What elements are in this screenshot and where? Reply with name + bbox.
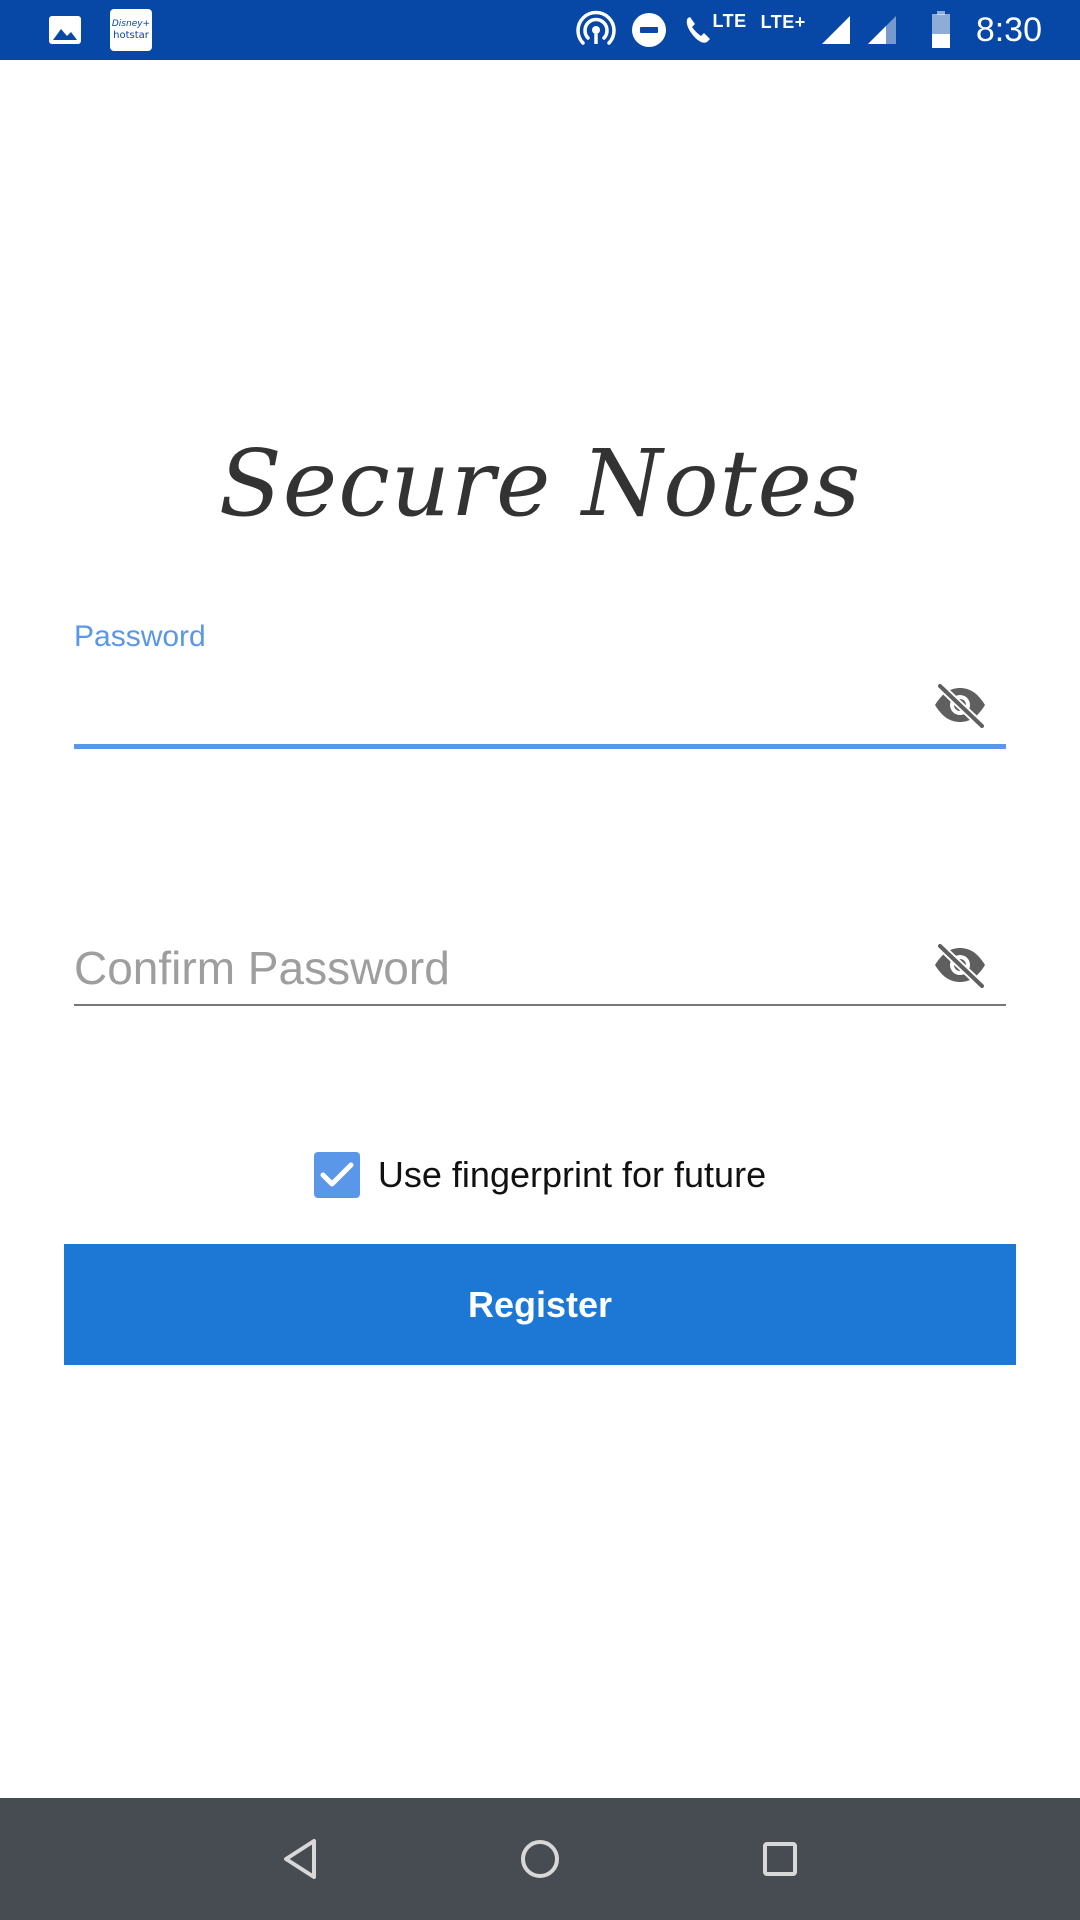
fingerprint-checkbox[interactable] [313, 1152, 360, 1198]
signal-icon-2 [866, 14, 898, 46]
back-icon[interactable] [265, 1824, 335, 1894]
system-icons: LTE LTE+ 8:30 [576, 0, 1042, 60]
password-field[interactable]: Password [74, 612, 1006, 752]
signal-icon [820, 14, 852, 46]
hotstar-app-icon: Disney+ hotstar [110, 9, 152, 51]
fingerprint-option[interactable]: Use fingerprint for future [0, 1152, 1080, 1198]
navigation-bar [0, 1798, 1080, 1920]
hotstar-line2: hotstar [113, 30, 149, 41]
visibility-off-icon[interactable] [930, 940, 990, 990]
battery-icon [930, 10, 952, 50]
visibility-off-icon[interactable] [930, 680, 990, 730]
do-not-disturb-icon [630, 11, 668, 49]
lte-call-label: LTE [712, 10, 747, 31]
confirm-password-underline [74, 1004, 1006, 1006]
register-screen: Disney+ hotstar LTE LTE+ 8:30 Secure Not… [0, 0, 1080, 1920]
notification-icons: Disney+ hotstar [48, 9, 152, 51]
confirm-password-input[interactable] [74, 938, 914, 998]
clock: 8:30 [975, 10, 1042, 49]
recents-icon[interactable] [745, 1824, 815, 1894]
lte-plus-label: LTE+ [760, 11, 806, 32]
hotstar-line1: Disney+ [111, 19, 151, 29]
password-underline [74, 744, 1006, 749]
fingerprint-label: Use fingerprint for future [377, 1154, 767, 1195]
checkmark-icon [320, 1162, 354, 1187]
password-input[interactable] [74, 674, 914, 734]
status-bar: Disney+ hotstar LTE LTE+ 8:30 [0, 0, 1080, 60]
app-title: Secure Notes [218, 430, 862, 537]
hotspot-icon [576, 10, 617, 50]
confirm-password-field[interactable] [74, 920, 1006, 1010]
register-button[interactable]: Register [64, 1244, 1016, 1365]
volte-call-icon: LTE [682, 10, 747, 48]
password-label: Password [74, 620, 206, 653]
image-icon [48, 15, 82, 45]
home-icon[interactable] [505, 1824, 575, 1894]
